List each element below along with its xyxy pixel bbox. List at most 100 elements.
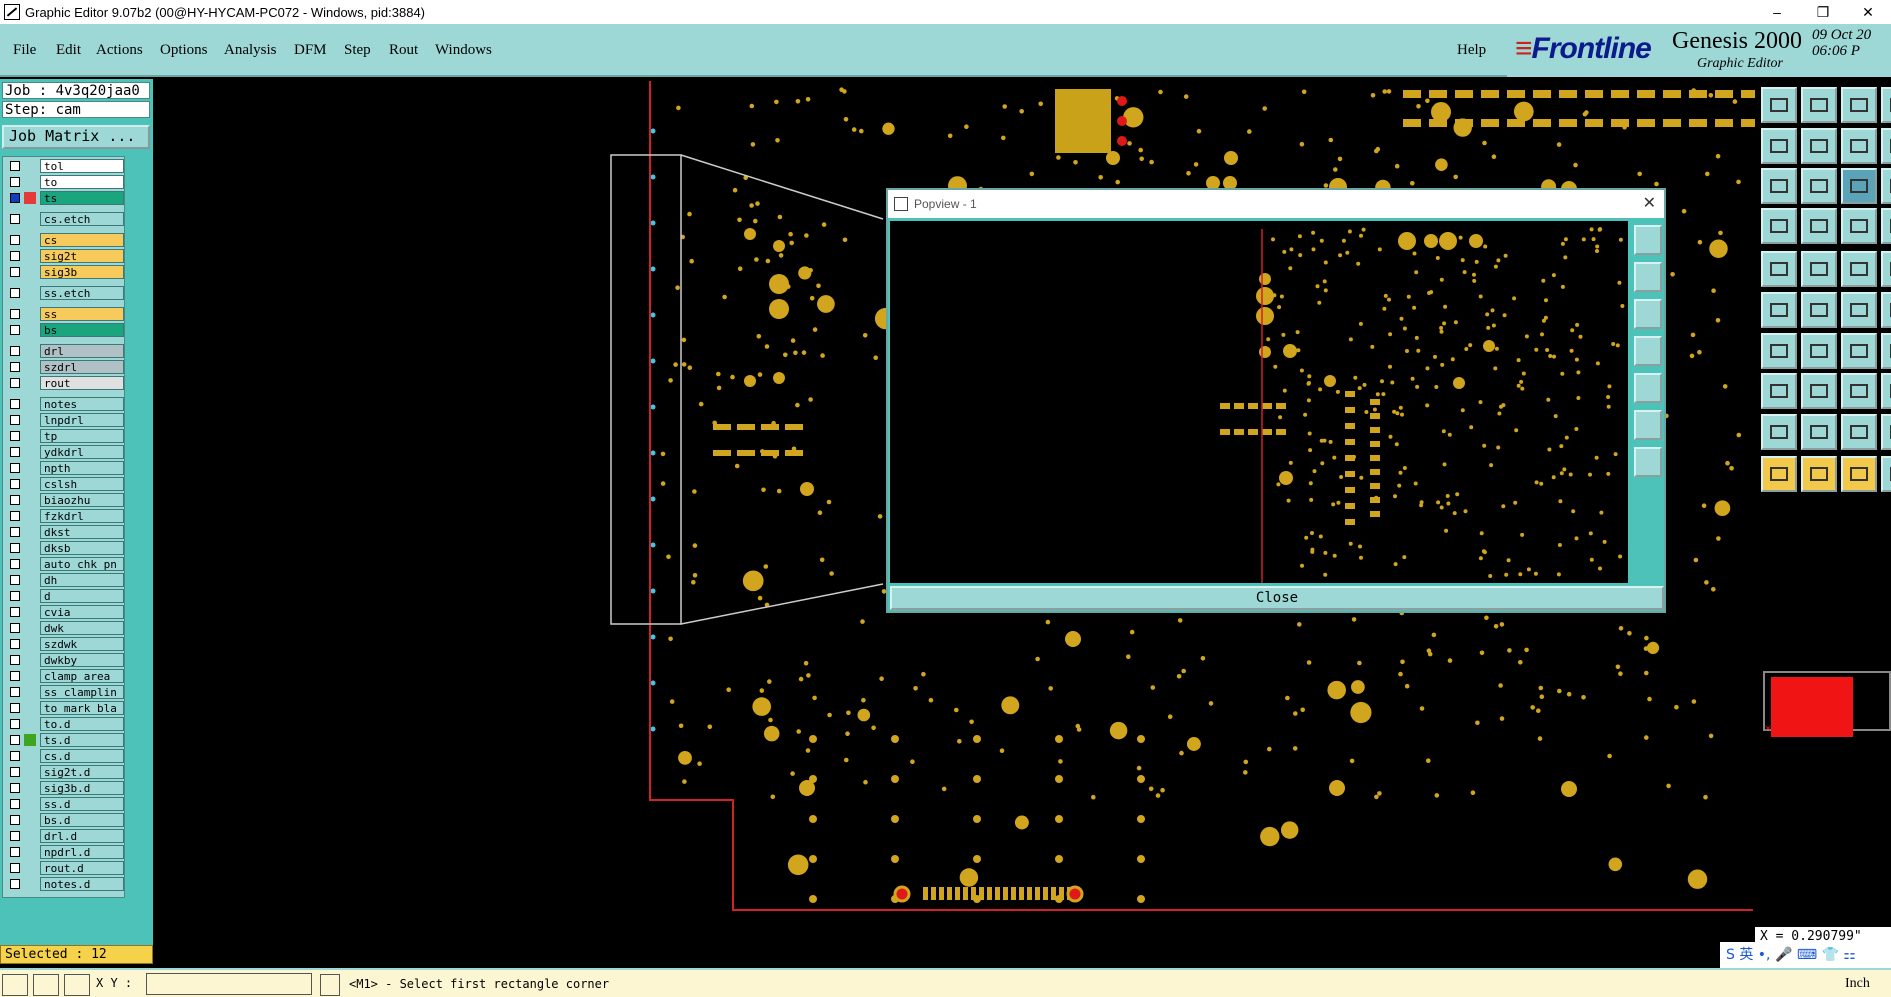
- line-tool-icon[interactable]: [1841, 333, 1877, 369]
- layer-name[interactable]: d: [40, 589, 124, 603]
- status-measure-icon[interactable]: [33, 974, 59, 996]
- layer-affected-slot[interactable]: [24, 814, 36, 826]
- active-color-swatch[interactable]: ✕: [1763, 671, 1891, 737]
- layer-row[interactable]: ss.etch: [3, 286, 125, 300]
- angle-tool-icon[interactable]: [1841, 414, 1877, 450]
- layer-checkbox[interactable]: [10, 735, 20, 745]
- layer-affected-slot[interactable]: [24, 686, 36, 698]
- layer-name[interactable]: dwkby: [40, 653, 124, 667]
- layer-row[interactable]: notes: [3, 397, 125, 411]
- layer-name[interactable]: to_mark_bla: [40, 701, 124, 715]
- draw-tool-icon[interactable]: [1881, 251, 1891, 287]
- menu-help[interactable]: Help: [1457, 42, 1486, 59]
- menu-analysis[interactable]: Analysis: [224, 42, 277, 59]
- layer-checkbox[interactable]: [10, 527, 20, 537]
- layer-name[interactable]: ts.d: [40, 733, 124, 747]
- layer-checkbox[interactable]: [10, 362, 20, 372]
- layer-affected-slot[interactable]: [24, 377, 36, 389]
- layer-checkbox[interactable]: [10, 575, 20, 585]
- pan-left-icon[interactable]: [1634, 336, 1662, 366]
- draw-tool-icon[interactable]: [1801, 251, 1837, 287]
- layer-checkbox[interactable]: [10, 783, 20, 793]
- layer-checkbox[interactable]: [10, 161, 20, 171]
- split-tool-icon[interactable]: [1881, 373, 1891, 409]
- popview-close-button[interactable]: Close: [890, 586, 1664, 610]
- line-tool-icon[interactable]: [1761, 333, 1797, 369]
- arrow-tool-icon[interactable]: [1801, 128, 1837, 164]
- layer-affected-slot[interactable]: [24, 718, 36, 730]
- layer-checkbox[interactable]: [10, 607, 20, 617]
- layer-name[interactable]: sig3b: [40, 265, 124, 279]
- home-tool-icon[interactable]: [1801, 87, 1837, 123]
- popview-layout[interactable]: [890, 221, 1628, 583]
- zoom-fit-icon[interactable]: [1634, 225, 1662, 255]
- angle-tool-icon[interactable]: [1881, 414, 1891, 450]
- layer-row[interactable]: dh: [3, 573, 125, 587]
- layer-row[interactable]: npth: [3, 461, 125, 475]
- zoom-out-icon[interactable]: [1634, 299, 1662, 329]
- layer-name[interactable]: szdwk: [40, 637, 124, 651]
- active-layer-icon[interactable]: [24, 192, 36, 204]
- layer-checkbox[interactable]: [10, 623, 20, 633]
- layer-checkbox[interactable]: [10, 671, 20, 681]
- layer-row[interactable]: lnpdrl: [3, 413, 125, 427]
- layer-row[interactable]: dwkby: [3, 653, 125, 667]
- layer-row[interactable]: sig3b.d: [3, 781, 125, 795]
- layer-name[interactable]: szdrl: [40, 360, 124, 374]
- layer-checkbox[interactable]: [10, 214, 20, 224]
- layer-affected-slot[interactable]: [24, 654, 36, 666]
- layer-name[interactable]: to: [40, 175, 124, 189]
- close-window-button[interactable]: ✕: [1845, 0, 1891, 24]
- layer-row[interactable]: ss_clamplin: [3, 685, 125, 699]
- layer-affected-slot[interactable]: [24, 398, 36, 410]
- status-grid-icon[interactable]: [64, 974, 90, 996]
- split-tool-icon[interactable]: [1801, 373, 1837, 409]
- grid-tool-icon[interactable]: [1841, 208, 1877, 244]
- home-tool-icon[interactable]: [1841, 87, 1877, 123]
- layer-checkbox[interactable]: [10, 346, 20, 356]
- layer-checkbox[interactable]: [10, 703, 20, 713]
- layer-checkbox[interactable]: [10, 378, 20, 388]
- layer-name[interactable]: sig3b.d: [40, 781, 124, 795]
- layer-name[interactable]: tol: [40, 159, 124, 173]
- pan-right-icon[interactable]: [1634, 373, 1662, 403]
- layer-checkbox[interactable]: [10, 479, 20, 489]
- status-select-icon[interactable]: [2, 974, 28, 996]
- layer-checkbox[interactable]: [10, 543, 20, 553]
- layer-checkbox[interactable]: [10, 267, 20, 277]
- layer-row[interactable]: bs: [3, 323, 125, 337]
- layer-checkbox[interactable]: [10, 687, 20, 697]
- layer-row[interactable]: to: [3, 175, 125, 189]
- layer-checkbox[interactable]: [10, 751, 20, 761]
- units-label[interactable]: Inch: [1845, 976, 1870, 992]
- layer-row[interactable]: bs.d: [3, 813, 125, 827]
- layer-checkbox[interactable]: [10, 463, 20, 473]
- layer-affected-slot[interactable]: [24, 766, 36, 778]
- layer-affected-slot[interactable]: [24, 558, 36, 570]
- layer-row[interactable]: to_mark_bla: [3, 701, 125, 715]
- layer-name[interactable]: ydkdrl: [40, 445, 124, 459]
- menu-actions[interactable]: Actions: [96, 42, 143, 59]
- layer-name[interactable]: dh: [40, 573, 124, 587]
- layer-name[interactable]: npdrl.d: [40, 845, 124, 859]
- layer-name[interactable]: tp: [40, 429, 124, 443]
- zoom-in-icon[interactable]: [1634, 262, 1662, 292]
- minimize-button[interactable]: –: [1754, 0, 1800, 24]
- layer-affected-slot[interactable]: [24, 345, 36, 357]
- layer-affected-slot[interactable]: [24, 462, 36, 474]
- layer-affected-slot[interactable]: [24, 878, 36, 890]
- ratio-tool-icon[interactable]: [1841, 168, 1877, 204]
- layer-row[interactable]: fzkdrl: [3, 509, 125, 523]
- menu-edit[interactable]: Edit: [56, 42, 81, 59]
- info-icon[interactable]: [320, 974, 340, 996]
- layer-row[interactable]: ss: [3, 307, 125, 321]
- layer-name[interactable]: dksb: [40, 541, 124, 555]
- layer-row[interactable]: ts.d: [3, 733, 125, 747]
- layer-row[interactable]: cvia: [3, 605, 125, 619]
- layer-affected-slot[interactable]: [24, 574, 36, 586]
- layer-affected-slot[interactable]: [24, 213, 36, 225]
- layer-checkbox[interactable]: [10, 639, 20, 649]
- layer-name[interactable]: rout: [40, 376, 124, 390]
- layer-row[interactable]: ts: [3, 191, 125, 205]
- job-matrix-button[interactable]: Job Matrix ...: [2, 125, 150, 149]
